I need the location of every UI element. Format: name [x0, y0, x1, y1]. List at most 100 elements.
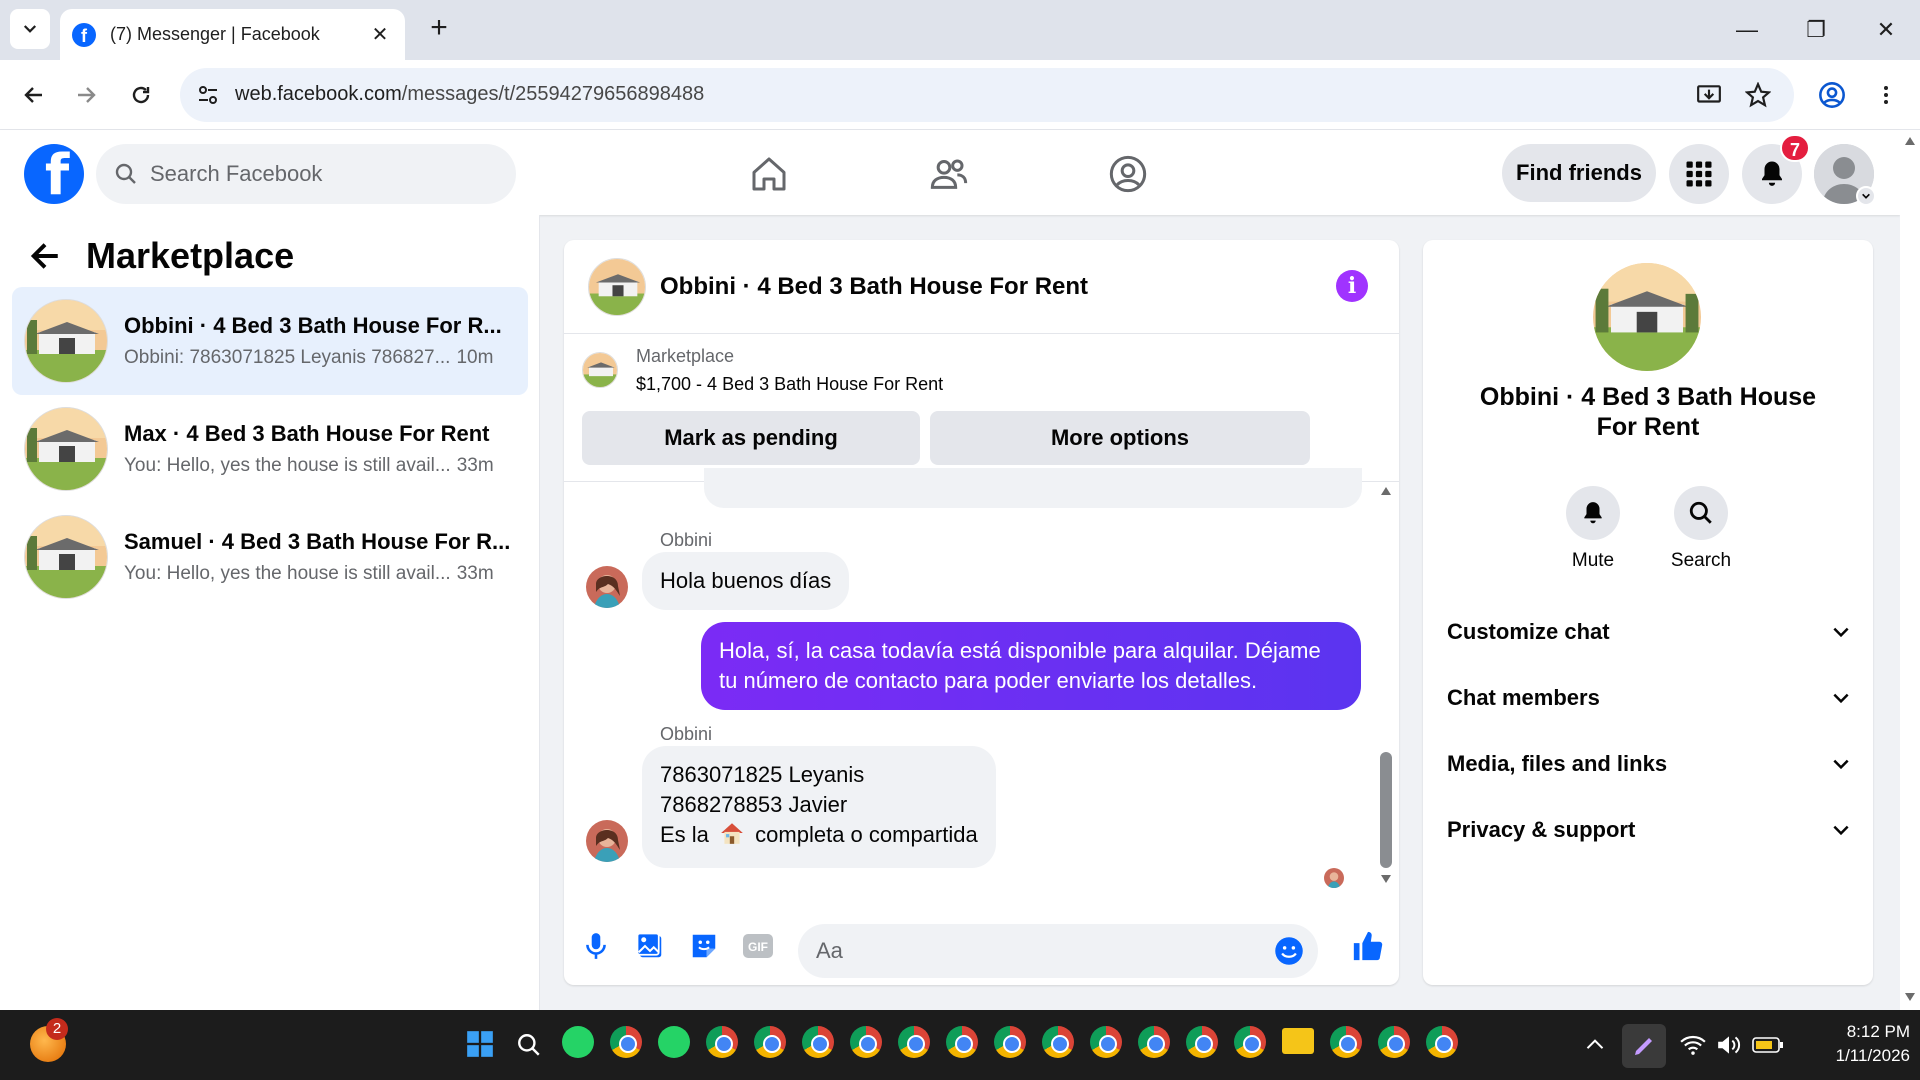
whatsapp-icon[interactable]: [562, 1026, 594, 1058]
wifi-icon[interactable]: [1680, 1034, 1706, 1056]
chat-title[interactable]: Obbini · 4 Bed 3 Bath House For Rent: [660, 273, 1088, 301]
facebook-search[interactable]: [96, 144, 516, 204]
listing-thumbnail[interactable]: [582, 352, 618, 388]
chrome-profile-icon[interactable]: [706, 1026, 738, 1058]
message-scrollbar-thumb[interactable]: [1380, 752, 1392, 868]
scroll-down-arrow-icon[interactable]: [1380, 874, 1392, 884]
section-label: Media, files and links: [1447, 751, 1668, 776]
file-explorer-icon[interactable]: [1282, 1028, 1314, 1054]
chrome-profile-icon[interactable]: [1138, 1026, 1170, 1058]
mute-action[interactable]: Mute: [1553, 486, 1633, 572]
menu-button[interactable]: [1669, 144, 1729, 204]
search-in-chat-button[interactable]: [1674, 486, 1728, 540]
house-thumbnail: [24, 407, 108, 491]
chat-members-section[interactable]: Chat members: [1447, 673, 1851, 723]
media-files-links-section[interactable]: Media, files and links: [1447, 739, 1851, 789]
search-action[interactable]: Search: [1661, 486, 1741, 572]
chrome-profile-icon[interactable]: [1042, 1026, 1074, 1058]
conversation-item[interactable]: Obbini · 4 Bed 3 Bath House For R... Obb…: [12, 287, 528, 395]
sender-avatar[interactable]: [586, 566, 628, 608]
send-like-button[interactable]: [1350, 928, 1386, 964]
incoming-message[interactable]: Hola buenos días: [642, 552, 850, 610]
grid-menu-icon: [1686, 161, 1712, 187]
install-app-icon[interactable]: [1696, 82, 1722, 108]
chrome-profile-icon[interactable]: [802, 1026, 834, 1058]
chrome-profile-icon[interactable]: [994, 1026, 1026, 1058]
chrome-profile-icon[interactable]: [1090, 1026, 1122, 1058]
chrome-profile-icon[interactable]: [1186, 1026, 1218, 1058]
conversation-snippet: You: Hello, yes the house is still avail…: [124, 455, 451, 476]
chrome-profile-icon[interactable]: [1426, 1026, 1458, 1058]
pen-menu-icon[interactable]: [1622, 1024, 1666, 1068]
scroll-up-arrow-icon[interactable]: [1380, 486, 1392, 496]
restore-button[interactable]: ❐: [1796, 12, 1836, 48]
reload-icon: [132, 86, 150, 104]
sender-avatar[interactable]: [586, 820, 628, 862]
find-friends-button[interactable]: Find friends: [1502, 144, 1656, 202]
mark-as-pending-button[interactable]: Mark as pending: [582, 411, 920, 465]
back-button[interactable]: [16, 77, 52, 113]
chrome-profile-icon[interactable]: [946, 1026, 978, 1058]
tab-search-button[interactable]: [10, 9, 50, 49]
battery-icon[interactable]: [1752, 1036, 1784, 1054]
back-arrow-icon[interactable]: [28, 239, 62, 273]
conversation-item[interactable]: Samuel · 4 Bed 3 Bath House For R... You…: [12, 503, 528, 611]
site-settings-icon[interactable]: [196, 83, 220, 107]
chrome-profile-icon[interactable]: [898, 1026, 930, 1058]
account-menu-chevron[interactable]: [1856, 186, 1876, 206]
browser-menu-button[interactable]: [1868, 77, 1904, 113]
conversation-snippet: Obbini: 7863071825 Leyanis 786827...: [124, 347, 451, 368]
search-icon: [1689, 501, 1712, 524]
sticker-button[interactable]: [686, 928, 722, 964]
gif-button[interactable]: GIF: [740, 928, 776, 964]
profile-circle-icon: [1109, 155, 1147, 193]
emoji-icon[interactable]: [1274, 936, 1304, 966]
bookmark-star-icon[interactable]: [1745, 82, 1771, 108]
chrome-profile-icon[interactable]: [1378, 1026, 1410, 1058]
close-window-button[interactable]: ✕: [1866, 12, 1906, 48]
page-scrollbar[interactable]: [1900, 130, 1920, 1010]
incoming-message[interactable]: 7863071825 Leyanis 7868278853 Javier Es …: [642, 746, 996, 868]
message-input[interactable]: [816, 938, 1256, 964]
privacy-support-section[interactable]: Privacy & support: [1447, 805, 1851, 855]
address-bar[interactable]: web.facebook.com/messages/t/255942796568…: [180, 68, 1794, 122]
voice-clip-button[interactable]: [578, 928, 614, 964]
chrome-profile-icon[interactable]: [754, 1026, 786, 1058]
conversation-item[interactable]: Max · 4 Bed 3 Bath House For Rent You: H…: [12, 395, 528, 503]
message-input-box[interactable]: [798, 924, 1318, 978]
taskbar-clock[interactable]: 8:12 PM 1/11/2026: [1800, 1020, 1910, 1068]
attach-media-button[interactable]: [632, 928, 668, 964]
browser-tab[interactable]: f (7) Messenger | Facebook ✕: [60, 9, 405, 60]
chrome-profile-icon[interactable]: [850, 1026, 882, 1058]
whatsapp-icon[interactable]: [658, 1026, 690, 1058]
nav-friends[interactable]: [925, 150, 973, 198]
chat-house-thumbnail[interactable]: [588, 257, 646, 316]
scroll-up-arrow-icon[interactable]: [1904, 136, 1916, 146]
chrome-icon[interactable]: [610, 1026, 642, 1058]
chrome-profile-icon[interactable]: [1234, 1026, 1266, 1058]
profile-button[interactable]: [1814, 77, 1850, 113]
chrome-profile-icon[interactable]: [1330, 1026, 1362, 1058]
new-tab-button[interactable]: +: [424, 13, 454, 44]
more-options-button[interactable]: More options: [930, 411, 1310, 465]
minimize-button[interactable]: —: [1727, 12, 1767, 48]
taskbar-search-icon[interactable]: [516, 1032, 542, 1058]
mute-button[interactable]: [1566, 486, 1620, 540]
nav-home[interactable]: [745, 150, 793, 198]
customize-chat-section[interactable]: Customize chat: [1447, 607, 1851, 657]
tab-close-icon[interactable]: ✕: [367, 22, 393, 47]
facebook-logo-icon[interactable]: f: [24, 144, 84, 204]
listing-title[interactable]: $1,700 - 4 Bed 3 Bath House For Rent: [636, 374, 943, 395]
tray-overflow-chevron-icon[interactable]: [1585, 1036, 1605, 1052]
outgoing-message[interactable]: Hola, sí, la casa todavía está disponibl…: [701, 622, 1361, 710]
bell-icon: [1762, 161, 1782, 186]
forward-button[interactable]: [68, 77, 104, 113]
facebook-search-input[interactable]: [150, 161, 490, 187]
scroll-down-arrow-icon[interactable]: [1904, 992, 1916, 1002]
reload-button[interactable]: [123, 77, 159, 113]
nav-groups[interactable]: [1104, 150, 1152, 198]
section-label: Customize chat: [1447, 619, 1610, 644]
windows-start-icon[interactable]: [466, 1030, 494, 1058]
info-icon[interactable]: i: [1336, 270, 1368, 302]
volume-icon[interactable]: [1716, 1034, 1742, 1056]
